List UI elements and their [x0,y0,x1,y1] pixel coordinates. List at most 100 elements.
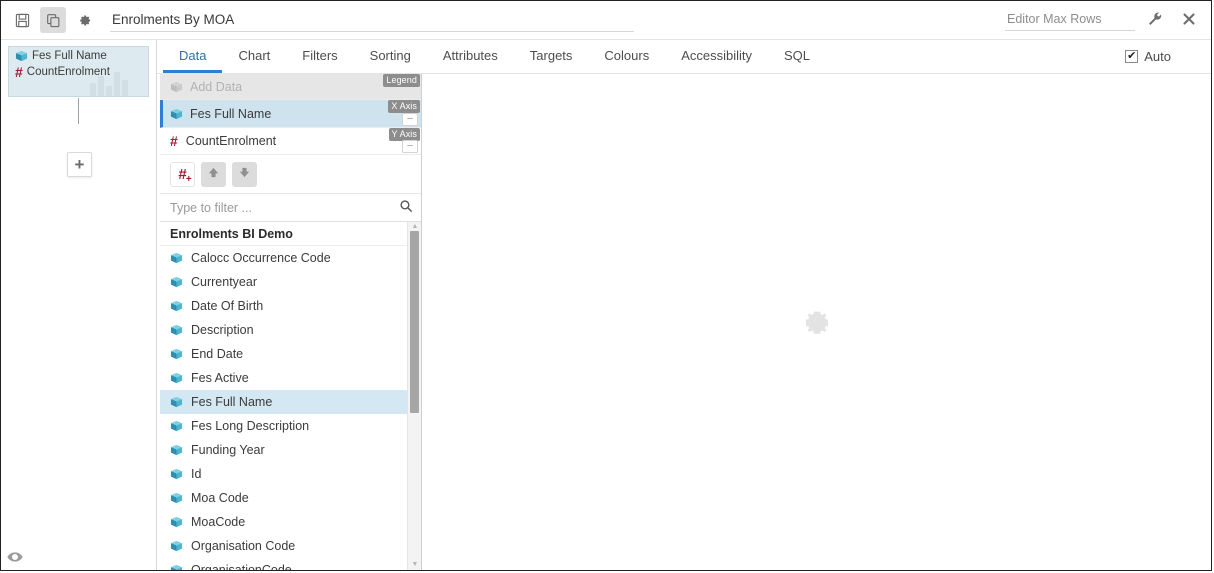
tab-attributes[interactable]: Attributes [427,40,514,73]
tab-sql-label: SQL [784,47,811,63]
field-list-header: Enrolments BI Demo [160,222,421,246]
copy-icon [46,13,61,28]
tools-button[interactable] [1141,6,1169,34]
settings-button[interactable] [71,7,97,33]
tab-sql[interactable]: SQL [768,40,826,73]
field-list[interactable]: Enrolments BI Demo Calocc Occurrence Cod… [160,222,421,570]
field-filter-row [160,194,421,222]
node-dimension-label: Fes Full Name [32,50,107,62]
hash-plus-icon: # + [178,165,192,185]
search-icon[interactable] [399,199,413,216]
field-item-label: Date Of Birth [191,299,264,313]
app-window: Fes Full Name # CountEnrolment + [0,0,1212,571]
remove-x-axis-button[interactable]: − [402,113,418,126]
field-item[interactable]: Calocc Occurrence Code [160,246,421,270]
eye-icon [7,551,23,566]
slot-add-data[interactable]: Add Data Legend [160,74,421,100]
field-item[interactable]: Currentyear [160,270,421,294]
title-field-wrapper [110,8,993,32]
editor-body: Add Data Legend Fes Full Name X Axis − #… [157,74,1211,570]
tab-data-label: Data [179,47,207,63]
copy-button[interactable] [40,7,66,33]
add-measure-button[interactable]: # + [170,161,195,187]
field-item-label: Currentyear [191,275,257,289]
auto-refresh-toggle[interactable]: ✔ Auto [1125,40,1211,73]
report-title-input[interactable] [110,8,634,32]
cube-icon [170,81,183,93]
data-panel: Add Data Legend Fes Full Name X Axis − #… [160,74,422,570]
chart-node-card[interactable]: Fes Full Name # CountEnrolment [8,46,149,97]
remove-y-axis-button[interactable]: − [402,140,418,153]
field-list-scrollbar[interactable]: ▲ ▼ [407,222,421,570]
save-button[interactable] [9,7,35,33]
scrollbar-thumb[interactable] [410,231,419,413]
arrow-down-icon [238,166,251,182]
tab-accessibility[interactable]: Accessibility [665,40,768,73]
checkmark-icon: ✔ [1127,50,1137,62]
tab-targets[interactable]: Targets [514,40,589,73]
tab-filters-label: Filters [302,47,338,63]
field-item-label: Moa Code [191,491,249,505]
cube-icon [170,372,183,384]
cube-icon [170,396,183,408]
editor-pane: Data Chart Filters Sorting Attributes Ta… [157,40,1211,570]
scroll-down-icon[interactable]: ▼ [411,561,419,569]
main-body: Fes Full Name # CountEnrolment + Data Ch… [1,40,1211,570]
field-item-label: Calocc Occurrence Code [191,251,331,265]
field-item[interactable]: End Date [160,342,421,366]
editor-max-rows-input[interactable] [1005,9,1135,31]
badge-x-axis: X Axis [388,100,420,113]
field-item[interactable]: Moa Code [160,486,421,510]
tab-sorting[interactable]: Sorting [354,40,427,73]
add-node-button[interactable]: + [67,152,92,177]
tab-data[interactable]: Data [163,40,223,73]
field-item-selected[interactable]: Fes Full Name [160,390,421,414]
slot-x-axis[interactable]: Fes Full Name X Axis − [160,100,421,128]
field-item[interactable]: Organisation Code [160,534,421,558]
scroll-up-icon[interactable]: ▲ [411,223,419,231]
field-item[interactable]: Id [160,462,421,486]
field-item-label: MoaCode [191,515,246,529]
badge-legend: Legend [383,74,420,87]
add-node-label: + [74,155,85,174]
field-item[interactable]: Fes Long Description [160,414,421,438]
cube-icon [170,492,183,504]
field-item-label: Id [191,467,202,481]
slot-y-axis[interactable]: # CountEnrolment Y Axis − [160,128,421,155]
toolbar-right-group [1005,6,1203,34]
field-item-label: Fes Long Description [191,419,310,433]
field-item-label: Fes Full Name [191,395,273,409]
cube-icon [170,444,183,456]
field-item[interactable]: Funding Year [160,438,421,462]
cube-icon [15,50,28,62]
node-connector [78,98,79,124]
cube-icon [170,516,183,528]
field-filter-input[interactable] [168,199,399,216]
field-item[interactable]: Description [160,318,421,342]
preview-toggle-button[interactable] [6,550,24,566]
field-item-label: Fes Active [191,371,249,385]
auto-checkbox[interactable]: ✔ [1125,50,1139,63]
move-down-button[interactable] [232,161,257,187]
pipeline-sidebar: Fes Full Name # CountEnrolment + [1,40,157,570]
gear-icon [77,13,92,28]
move-up-button[interactable] [201,161,226,187]
gear-icon [802,306,832,339]
cube-icon [170,348,183,360]
tab-targets-label: Targets [529,47,573,63]
close-button[interactable] [1175,6,1203,34]
field-item[interactable]: OrganisationCode [160,558,421,570]
wrench-icon [1147,11,1163,30]
slot-x-axis-label: Fes Full Name [190,106,272,121]
field-item[interactable]: Fes Active [160,366,421,390]
cube-icon [170,564,183,570]
tab-colours[interactable]: Colours [588,40,665,73]
tab-filters[interactable]: Filters [286,40,353,73]
field-item[interactable]: Date Of Birth [160,294,421,318]
cube-icon [170,468,183,480]
chart-canvas[interactable] [422,74,1211,570]
tab-chart[interactable]: Chart [222,40,286,73]
top-toolbar [1,1,1211,40]
field-item[interactable]: MoaCode [160,510,421,534]
cube-icon [170,324,183,336]
